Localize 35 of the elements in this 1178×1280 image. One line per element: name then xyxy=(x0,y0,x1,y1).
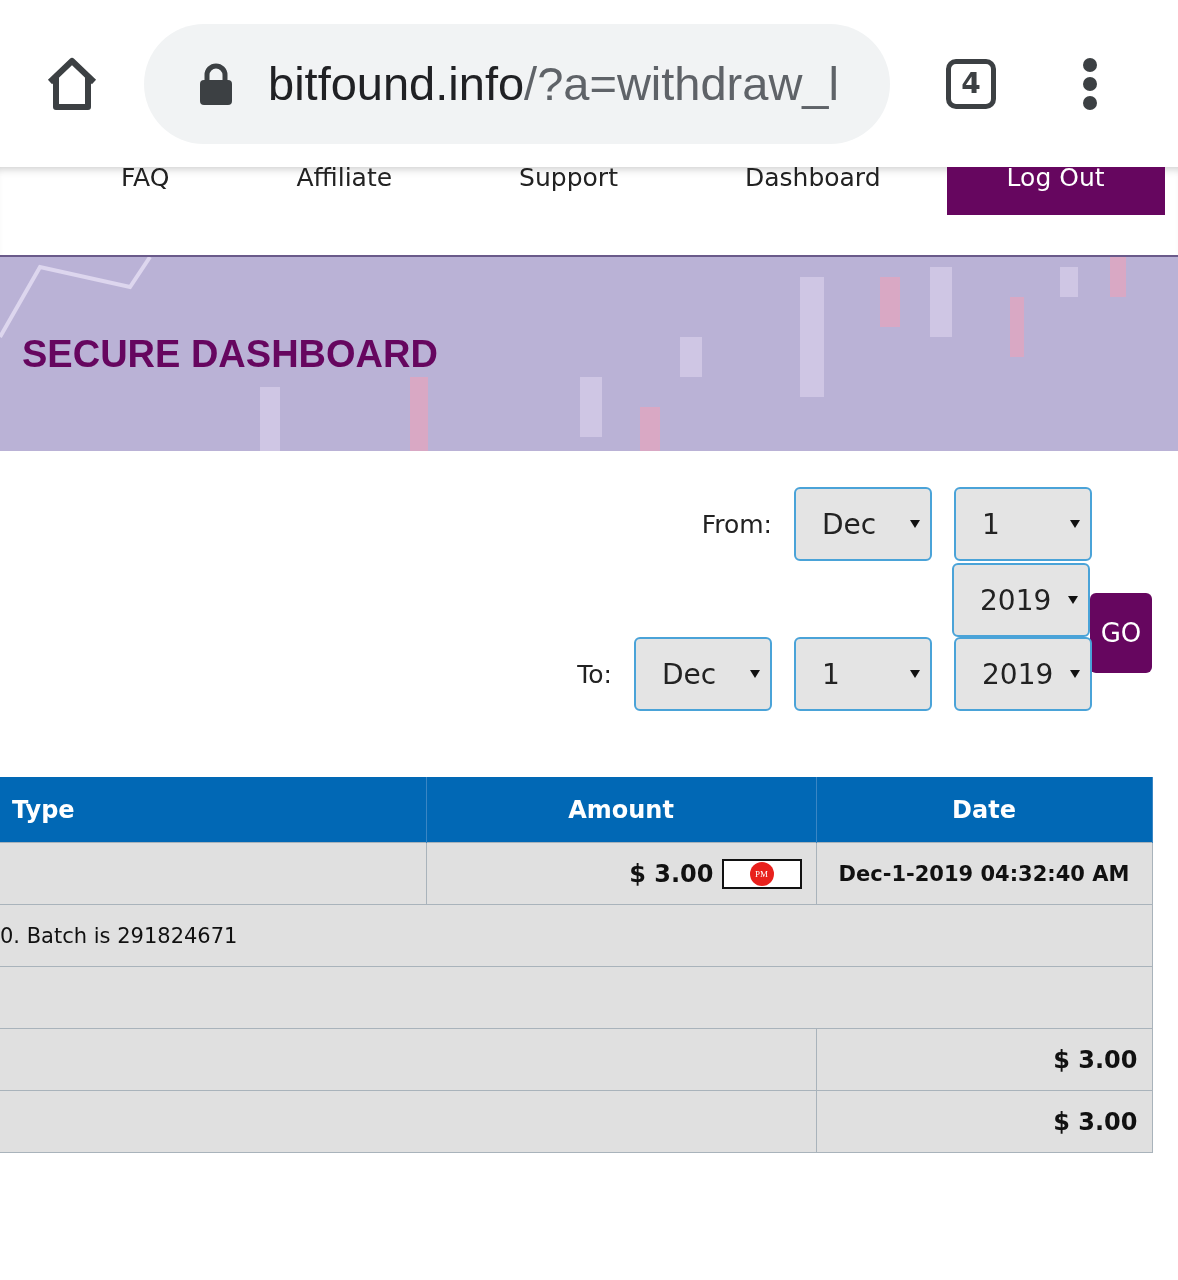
caret-icon xyxy=(750,670,760,678)
caret-icon xyxy=(1070,520,1080,528)
day-select[interactable]: 1 xyxy=(794,637,932,711)
day-select[interactable]: 1 xyxy=(954,487,1092,561)
nav-link[interactable]: FAQ xyxy=(121,167,170,189)
caret-icon xyxy=(1068,596,1078,604)
menu-icon[interactable] xyxy=(1080,56,1100,111)
address-bar[interactable]: bitfound.info/?a=withdraw_l xyxy=(144,23,890,144)
year-select[interactable]: 2019 xyxy=(954,637,1092,711)
tab-count-button[interactable]: 4 xyxy=(946,58,996,109)
logout-button[interactable]: Log Out xyxy=(946,167,1165,215)
payment-badge: PM xyxy=(721,858,802,889)
column-header: Amount xyxy=(426,777,816,843)
caret-icon xyxy=(910,520,920,528)
caret-icon xyxy=(1070,670,1080,678)
url-text: bitfound.info/?a=withdraw_l xyxy=(268,56,839,111)
to-label: To: xyxy=(577,659,612,689)
month-select[interactable]: Dec xyxy=(794,487,932,561)
from-label: From: xyxy=(701,509,772,539)
amount-text: $ 3.00 xyxy=(629,859,714,888)
caret-icon xyxy=(910,670,920,678)
nav-link[interactable]: Affiliate xyxy=(296,167,393,189)
lock-icon xyxy=(198,61,234,106)
month-select[interactable]: Dec xyxy=(634,637,772,711)
column-header: Date xyxy=(816,777,1152,843)
table-cell: Dec-1-2019 04:32:40 AM xyxy=(816,842,1152,905)
table-cell: $ 3.00 xyxy=(816,1090,1152,1153)
nav-link[interactable]: Dashboard xyxy=(744,167,881,189)
nav-link[interactable]: Support xyxy=(519,167,618,189)
column-header: Type xyxy=(0,777,426,843)
table-cell: $ 3.00 xyxy=(816,1028,1152,1091)
page-title: SECURE DASHBOARD xyxy=(22,332,438,376)
table-cell: 0. Batch is 291824671 xyxy=(0,904,1152,967)
go-button[interactable]: GO xyxy=(1090,593,1152,673)
year-select[interactable]: 2019 xyxy=(952,563,1090,637)
